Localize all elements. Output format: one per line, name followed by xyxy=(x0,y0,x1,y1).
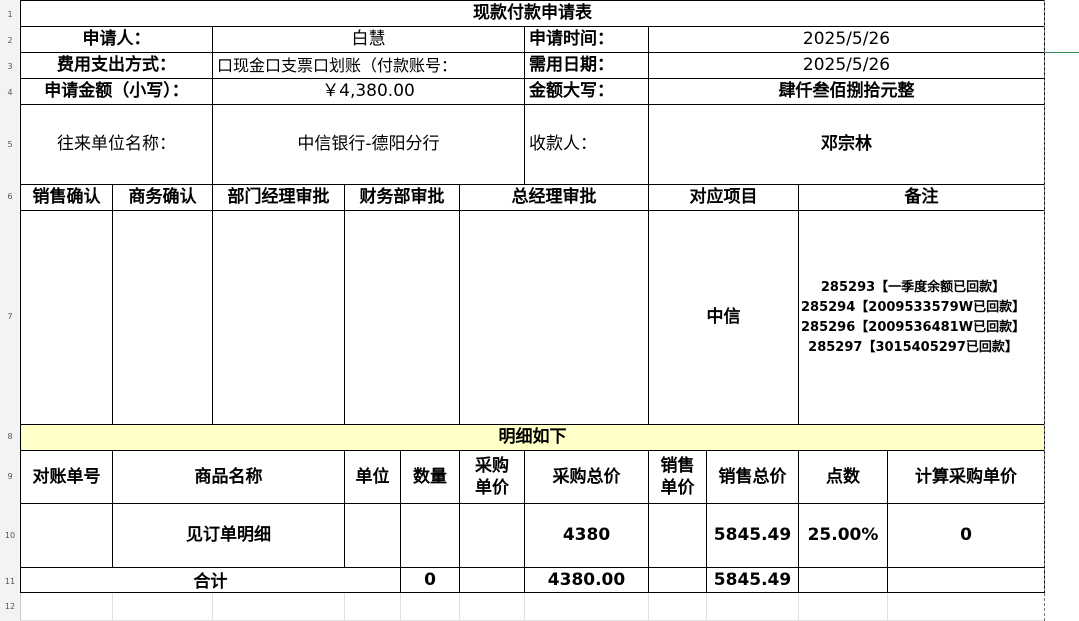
counterparty-label[interactable]: 往来单位名称： xyxy=(21,105,213,185)
remarks-cell[interactable]: 285293【一季度余额已回款】 285294【2009533579W已回款】 … xyxy=(799,211,1045,425)
remark-line: 285297【3015405297已回款】 xyxy=(808,339,1018,355)
detail-header-quantity[interactable]: 数量 xyxy=(401,451,460,504)
detail-product-name[interactable]: 见订单明细 xyxy=(113,504,345,568)
row-number[interactable]: 8 xyxy=(0,432,20,441)
detail-statement-no[interactable] xyxy=(21,504,113,568)
detail-calc-purchase-unit-price[interactable]: 0 xyxy=(888,504,1045,568)
project-cell[interactable]: 中信 xyxy=(649,211,799,425)
detail-header-statement-no[interactable]: 对账单号 xyxy=(21,451,113,504)
form-title[interactable]: 现款付款申请表 xyxy=(21,1,1045,27)
row-number[interactable]: 10 xyxy=(0,531,20,540)
total-purchase-total[interactable]: 4380.00 xyxy=(525,568,649,593)
approval-header-business[interactable]: 商务确认 xyxy=(113,185,213,211)
row-number[interactable]: 3 xyxy=(0,62,20,71)
remark-line: 285296【2009536481W已回款】 xyxy=(801,319,1026,335)
detail-purchase-total[interactable]: 4380 xyxy=(525,504,649,568)
gridline xyxy=(112,593,113,621)
amount-big-value[interactable]: 肆仟叁佰捌拾元整 xyxy=(649,79,1045,105)
apply-time-value[interactable]: 2025/5/26 xyxy=(649,27,1045,53)
expense-method-value[interactable]: 口现金口支票口划账（付款账号： xyxy=(213,53,525,79)
gridline xyxy=(798,593,799,621)
approval-sales-cell[interactable] xyxy=(21,211,113,425)
gridline xyxy=(344,593,345,621)
detail-points[interactable]: 25.00% xyxy=(799,504,888,568)
row-number[interactable]: 4 xyxy=(0,88,20,97)
detail-unit[interactable] xyxy=(345,504,401,568)
approval-header-finance[interactable]: 财务部审批 xyxy=(345,185,460,211)
freeze-pane-line xyxy=(1045,52,1079,53)
gridline xyxy=(706,593,707,621)
approval-gm-cell[interactable] xyxy=(460,211,649,425)
total-sales-unit-price[interactable] xyxy=(649,568,707,593)
need-date-label[interactable]: 需用日期： xyxy=(525,53,649,79)
detail-header-sales-total[interactable]: 销售总价 xyxy=(707,451,799,504)
approval-header-project[interactable]: 对应项目 xyxy=(649,185,799,211)
detail-quantity[interactable] xyxy=(401,504,460,568)
counterparty-value[interactable]: 中信银行-德阳分行 xyxy=(213,105,525,185)
approval-header-remarks[interactable]: 备注 xyxy=(799,185,1045,211)
remarks-list: 285293【一季度余额已回款】 285294【2009533579W已回款】 … xyxy=(801,278,1025,358)
gridline xyxy=(524,593,525,621)
total-quantity[interactable]: 0 xyxy=(401,568,460,593)
apply-time-label[interactable]: 申请时间： xyxy=(525,27,649,53)
detail-sales-unit-price[interactable] xyxy=(649,504,707,568)
page-break-line xyxy=(1044,0,1045,621)
detail-header-purchase-unit-price[interactable]: 采购单价 xyxy=(460,451,525,504)
row-number[interactable]: 2 xyxy=(0,36,20,45)
amount-small-label[interactable]: 申请金额（小写）： xyxy=(21,79,213,105)
row-number[interactable]: 6 xyxy=(0,192,20,201)
detail-header-sales-unit-price[interactable]: 销售单价 xyxy=(649,451,707,504)
gridline xyxy=(400,593,401,621)
amount-big-label[interactable]: 金额大写： xyxy=(525,79,649,105)
detail-header-points[interactable]: 点数 xyxy=(799,451,888,504)
details-title[interactable]: 明细如下 xyxy=(21,425,1045,451)
detail-sales-total[interactable]: 5845.49 xyxy=(707,504,799,568)
payee-label[interactable]: 收款人： xyxy=(525,105,649,185)
row-number[interactable]: 11 xyxy=(0,577,20,586)
row-number[interactable]: 12 xyxy=(0,602,20,611)
expense-method-label[interactable]: 费用支出方式： xyxy=(21,53,213,79)
approval-dept-manager-cell[interactable] xyxy=(213,211,345,425)
amount-small-value[interactable]: ￥4,380.00 xyxy=(213,79,525,105)
total-sales-total[interactable]: 5845.49 xyxy=(707,568,799,593)
gridline xyxy=(212,593,213,621)
remark-line: 285294【2009533579W已回款】 xyxy=(801,299,1026,315)
need-date-value[interactable]: 2025/5/26 xyxy=(649,53,1045,79)
gridline xyxy=(648,593,649,621)
total-label[interactable]: 合计 xyxy=(21,568,401,593)
total-purchase-unit-price[interactable] xyxy=(460,568,525,593)
approval-header-gm[interactable]: 总经理审批 xyxy=(460,185,649,211)
approval-finance-cell[interactable] xyxy=(345,211,460,425)
applicant-label[interactable]: 申请人： xyxy=(21,27,213,53)
total-points[interactable] xyxy=(799,568,888,593)
total-calc-purchase-unit-price[interactable] xyxy=(888,568,1045,593)
detail-header-purchase-total[interactable]: 采购总价 xyxy=(525,451,649,504)
approval-header-sales[interactable]: 销售确认 xyxy=(21,185,113,211)
approval-header-dept-manager[interactable]: 部门经理审批 xyxy=(213,185,345,211)
row-number[interactable]: 1 xyxy=(0,10,20,19)
row-number[interactable]: 5 xyxy=(0,140,20,149)
payee-value[interactable]: 邓宗林 xyxy=(649,105,1045,185)
applicant-value[interactable]: 白慧 xyxy=(213,27,525,53)
detail-header-product-name[interactable]: 商品名称 xyxy=(113,451,345,504)
detail-purchase-unit-price[interactable] xyxy=(460,504,525,568)
row-number[interactable]: 7 xyxy=(0,312,20,321)
approval-business-cell[interactable] xyxy=(113,211,213,425)
detail-header-unit[interactable]: 单位 xyxy=(345,451,401,504)
gridline xyxy=(459,593,460,621)
row-number[interactable]: 9 xyxy=(0,472,20,481)
remark-line: 285293【一季度余额已回款】 xyxy=(820,279,1006,295)
gridline xyxy=(887,593,888,621)
detail-header-calc-purchase-unit-price[interactable]: 计算采购单价 xyxy=(888,451,1045,504)
